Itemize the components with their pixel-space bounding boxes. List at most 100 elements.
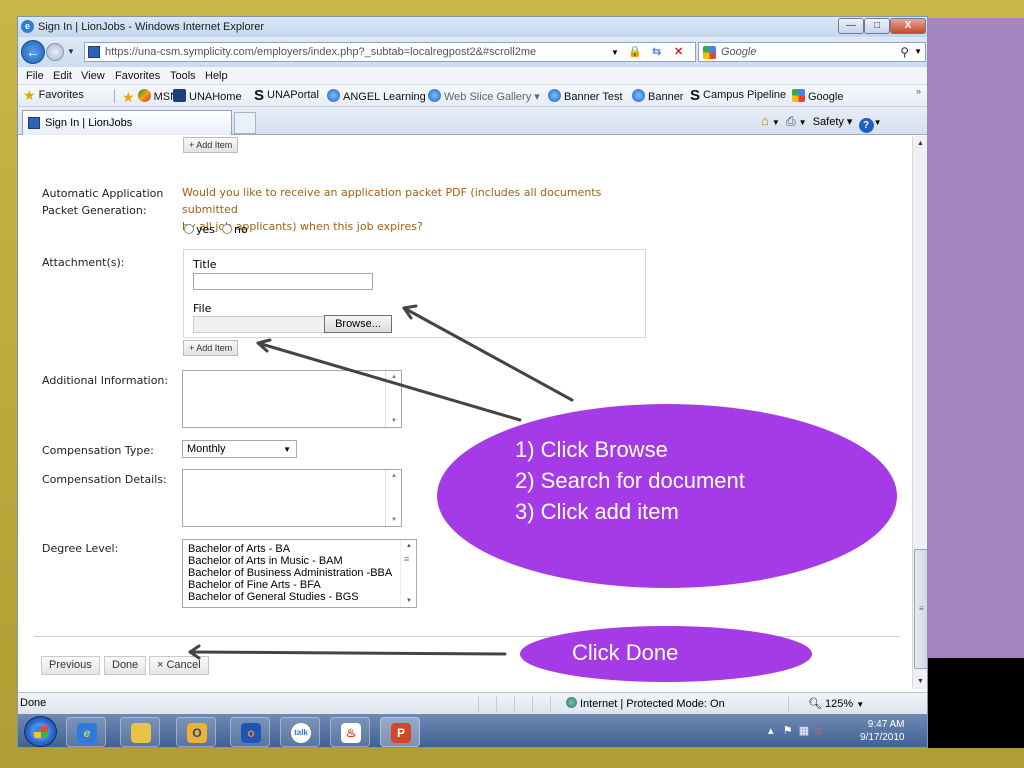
- attach-file-input[interactable]: [193, 316, 325, 333]
- zoom-control[interactable]: 🔍︎ 125% ▼: [808, 697, 864, 710]
- stop-icon[interactable]: ✕: [674, 45, 683, 58]
- auto-packet-label-2: Packet Generation:: [42, 204, 147, 217]
- fav-unahome[interactable]: UNAHome: [173, 89, 242, 103]
- taskbar-outlook[interactable]: O: [176, 717, 216, 747]
- scroll-up-icon[interactable]: ▲: [391, 374, 397, 380]
- page-scrollbar[interactable]: ▲ ≡ ▼: [912, 136, 927, 689]
- textarea-scrollbar[interactable]: ▲ ▼: [385, 470, 401, 526]
- print-icon[interactable]: ⎙: [786, 114, 796, 128]
- scroll-down-icon[interactable]: ▼: [391, 418, 397, 424]
- home-icon[interactable]: ⌂: [761, 113, 769, 128]
- radio-no[interactable]: [222, 224, 233, 234]
- clock[interactable]: 9:47 AM 9/17/2010: [860, 718, 905, 744]
- history-dropdown-icon[interactable]: ▼: [67, 47, 75, 56]
- cancel-button[interactable]: × Cancel: [149, 656, 209, 675]
- url-dropdown-icon[interactable]: ▼: [611, 48, 619, 57]
- new-tab-button[interactable]: [234, 112, 256, 134]
- fav-banner[interactable]: Banner: [632, 89, 683, 103]
- status-text: Done: [20, 697, 47, 709]
- taskbar-ie[interactable]: e: [66, 717, 106, 747]
- ie-icon: e: [77, 723, 97, 743]
- home-dropdown-icon[interactable]: ▼: [772, 118, 780, 127]
- taskbar-talk[interactable]: talk: [280, 717, 320, 747]
- help-icon[interactable]: ?: [858, 118, 874, 133]
- menu-file[interactable]: File: [26, 70, 44, 82]
- back-button[interactable]: ←: [21, 40, 45, 64]
- ie-page-icon: [548, 89, 561, 102]
- comp-details-textarea[interactable]: ▲ ▼: [182, 469, 402, 527]
- print-dropdown-icon[interactable]: ▼: [799, 118, 807, 127]
- scroll-up-icon[interactable]: ▲: [917, 140, 924, 147]
- degree-level-list[interactable]: Bachelor of Arts - BA Bachelor of Arts i…: [182, 539, 417, 608]
- scroll-down-icon[interactable]: ▼: [391, 517, 397, 523]
- menu-view[interactable]: View: [81, 70, 105, 82]
- additional-info-textarea[interactable]: ▲ ▼: [182, 370, 402, 428]
- security-zone[interactable]: Internet | Protected Mode: On: [566, 697, 725, 710]
- slide-side-block: [928, 658, 1024, 748]
- menu-favorites[interactable]: Favorites: [115, 70, 160, 82]
- search-input[interactable]: Google ⚲ ▼: [698, 42, 926, 62]
- step-1-text: 1) Click Browse: [515, 437, 668, 462]
- textarea-scrollbar[interactable]: ▲ ▼: [385, 371, 401, 427]
- fav-msn[interactable]: ★ MSN: [122, 89, 178, 104]
- network-icon[interactable]: ▦: [799, 725, 809, 737]
- list-item[interactable]: Bachelor of Arts in Music - BAM: [188, 555, 343, 567]
- attach-title-input[interactable]: [193, 273, 373, 290]
- overflow-chevron-icon[interactable]: »: [916, 86, 921, 96]
- scroll-grip-icon[interactable]: ≡: [404, 554, 409, 564]
- taskbar-explorer[interactable]: [120, 717, 160, 747]
- fav-campus-pipeline[interactable]: S Campus Pipeline: [690, 88, 786, 103]
- list-item[interactable]: Bachelor of General Studies - BGS: [188, 591, 359, 603]
- list-item[interactable]: Bachelor of Arts - BA: [188, 543, 290, 555]
- add-item-button-top[interactable]: + Add Item: [183, 137, 239, 153]
- menu-edit[interactable]: Edit: [53, 70, 72, 82]
- menu-tools[interactable]: Tools: [170, 70, 196, 82]
- taskbar-java[interactable]: ♨: [330, 717, 370, 747]
- search-dropdown-icon[interactable]: ▼: [914, 47, 922, 56]
- fav-web-slice[interactable]: Web Slice Gallery ▾: [428, 89, 540, 103]
- help-dropdown-icon[interactable]: ▼: [874, 118, 882, 127]
- fav-banner-test[interactable]: Banner Test: [548, 89, 623, 103]
- flag-icon[interactable]: ⚑: [783, 725, 793, 737]
- fav-unaportal[interactable]: S UNAPortal: [254, 88, 319, 103]
- slide-side-panel: [928, 18, 1024, 658]
- ie-icon: e: [21, 20, 34, 33]
- chevron-down-icon: ▼: [283, 445, 291, 454]
- favorites-button[interactable]: ★ Favorites: [23, 88, 84, 102]
- scroll-down-icon[interactable]: ▼: [406, 598, 412, 604]
- lock-icon[interactable]: 🔒: [628, 45, 642, 58]
- comp-type-select[interactable]: Monthly ▼: [182, 440, 297, 458]
- menu-help[interactable]: Help: [205, 70, 228, 82]
- url-field[interactable]: https://una-csm.symplicity.com/employers…: [84, 42, 696, 62]
- system-tray: ▴ ⚑ ▦ ⦸: [768, 724, 822, 738]
- scroll-down-icon[interactable]: ▼: [917, 678, 924, 685]
- scroll-up-icon[interactable]: ▲: [406, 543, 412, 549]
- refresh-icon[interactable]: ⇆: [652, 45, 661, 58]
- browse-button[interactable]: Browse...: [324, 315, 392, 333]
- list-item[interactable]: Bachelor of Fine Arts - BFA: [188, 579, 321, 591]
- listbox-scrollbar[interactable]: ▲ ≡ ▼: [400, 540, 416, 607]
- tab-sign-in[interactable]: Sign In | LionJobs: [22, 110, 232, 135]
- taskbar-app[interactable]: o: [230, 717, 270, 747]
- tray-chevron-icon[interactable]: ▴: [768, 725, 774, 737]
- radio-yes[interactable]: [184, 224, 194, 234]
- status-divider: [514, 696, 515, 712]
- maximize-button[interactable]: □: [864, 18, 890, 34]
- search-icon[interactable]: ⚲: [900, 45, 909, 59]
- forward-button[interactable]: →: [46, 43, 64, 61]
- minimize-button[interactable]: —: [838, 18, 864, 34]
- start-button[interactable]: [24, 716, 57, 747]
- taskbar-powerpoint[interactable]: P: [380, 717, 420, 747]
- list-item[interactable]: Bachelor of Business Administration -BBA: [188, 567, 392, 579]
- scroll-up-icon[interactable]: ▲: [391, 473, 397, 479]
- volume-muted-icon[interactable]: ⦸: [815, 725, 822, 737]
- previous-button[interactable]: Previous: [41, 656, 100, 675]
- fav-angel[interactable]: ANGEL Learning: [327, 89, 426, 103]
- close-button[interactable]: X: [890, 18, 926, 34]
- done-button[interactable]: Done: [104, 656, 147, 675]
- window-title: Sign In | LionJobs - Windows Internet Ex…: [38, 21, 265, 33]
- scrollbar-thumb[interactable]: ≡: [914, 549, 927, 669]
- safety-menu[interactable]: Safety ▾: [813, 116, 853, 128]
- add-item-button[interactable]: + Add Item: [183, 340, 239, 356]
- fav-google[interactable]: Google: [792, 89, 843, 103]
